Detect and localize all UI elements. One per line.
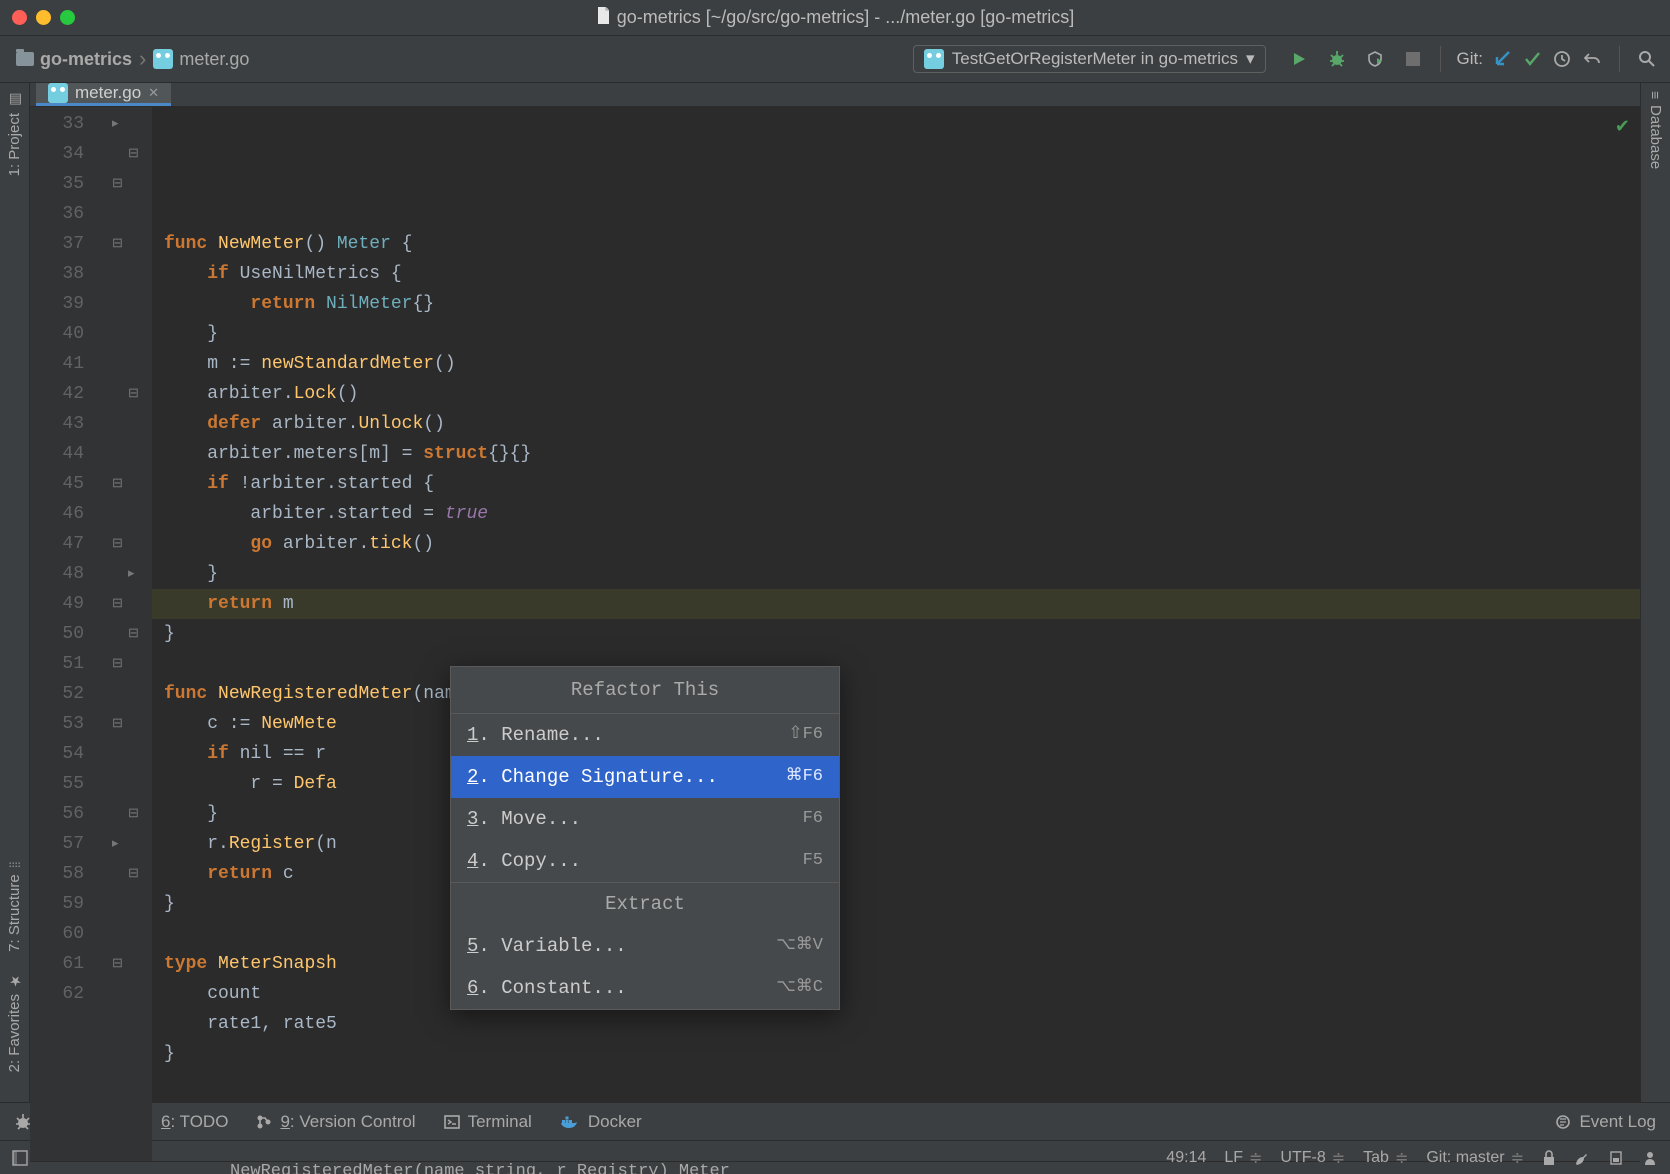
minimize-window[interactable] xyxy=(36,10,51,25)
extract-constant[interactable]: 6. Constant...⌥⌘C xyxy=(451,967,839,1009)
line-numbers: 3334353637383940414243444546474849505152… xyxy=(30,107,94,1161)
run-with-coverage-button[interactable] xyxy=(1364,48,1386,70)
run-button[interactable] xyxy=(1288,48,1310,70)
chevron-right-icon: › xyxy=(139,46,146,72)
git-update-button[interactable] xyxy=(1491,48,1513,70)
right-tool-stripe: ≡Database xyxy=(1640,83,1670,1102)
popup-title: Refactor This xyxy=(451,667,839,713)
go-file-icon xyxy=(153,49,173,69)
editor-tabs: meter.go ✕ xyxy=(30,83,1640,107)
search-button[interactable] xyxy=(1636,48,1658,70)
debug-button[interactable] xyxy=(1326,48,1348,70)
file-icon xyxy=(596,7,611,25)
titlebar: go-metrics [~/go/src/go-metrics] - .../m… xyxy=(0,0,1670,36)
go-file-icon xyxy=(48,83,68,103)
window-controls xyxy=(12,10,75,25)
editor-tab-meter-go[interactable]: meter.go ✕ xyxy=(36,83,171,106)
window-title: go-metrics [~/go/src/go-metrics] - .../m… xyxy=(0,7,1670,28)
close-window[interactable] xyxy=(12,10,27,25)
extract-variable[interactable]: 5. Variable...⌥⌘V xyxy=(451,925,839,967)
run-configuration-selector[interactable]: TestGetOrRegisterMeter in go-metrics ▾ xyxy=(913,45,1266,73)
refactor-move[interactable]: 3. Move...F6 xyxy=(451,798,839,840)
go-test-icon xyxy=(924,49,944,69)
hector-icon[interactable] xyxy=(1642,1150,1658,1166)
breadcrumb-project[interactable]: go-metrics xyxy=(12,48,136,71)
editor: meter.go ✕ ✔ 333435363738394041424344454… xyxy=(30,83,1640,1102)
folder-icon xyxy=(16,52,34,66)
git-history-button[interactable] xyxy=(1551,48,1573,70)
chevron-down-icon: ▾ xyxy=(1246,49,1255,69)
tab-label: meter.go xyxy=(75,83,141,103)
stop-button[interactable] xyxy=(1402,48,1424,70)
favorites-toolwindow-button[interactable]: 2: Favorites★ xyxy=(6,972,23,1072)
breadcrumb: go-metrics › meter.go xyxy=(12,46,253,72)
quick-toolwindow-button[interactable] xyxy=(12,1150,28,1166)
inspection-ok-icon: ✔ xyxy=(1615,113,1630,143)
database-toolwindow-button[interactable]: ≡Database xyxy=(1647,91,1664,169)
run-config-label: TestGetOrRegisterMeter in go-metrics xyxy=(952,49,1238,69)
git-revert-button[interactable] xyxy=(1581,48,1603,70)
popup-section-extract: Extract xyxy=(451,882,839,925)
git-commit-button[interactable] xyxy=(1521,48,1543,70)
refactor-change-signature[interactable]: 2. Change Signature...⌘F6 xyxy=(451,756,839,798)
glyph-gutter: ▸⊟⊟⊟⊟⊟⊟▸⊟⊟⊟⊟⊟▸⊟⊟ xyxy=(94,107,152,1161)
git-label: Git: xyxy=(1457,49,1483,69)
left-tool-stripe: 1: Project▤ 7: Structure⦙⦙ 2: Favorites★ xyxy=(0,83,30,1102)
project-toolwindow-button[interactable]: 1: Project▤ xyxy=(6,91,23,176)
zoom-window[interactable] xyxy=(60,10,75,25)
structure-toolwindow-button[interactable]: 7: Structure⦙⦙ xyxy=(6,862,23,952)
refactor-rename[interactable]: 1. Rename...⇧F6 xyxy=(451,713,839,756)
code-area[interactable]: func NewMeter() Meter { if UseNilMetrics… xyxy=(152,107,1640,1161)
editor-surface[interactable]: ✔ 33343536373839404142434445464748495051… xyxy=(30,107,1640,1161)
breadcrumb-file[interactable]: meter.go xyxy=(149,48,253,71)
refactor-this-popup: Refactor This 1. Rename...⇧F6 2. Change … xyxy=(450,666,840,1010)
close-icon[interactable]: ✕ xyxy=(148,85,159,101)
refactor-copy[interactable]: 4. Copy...F5 xyxy=(451,840,839,882)
navigation-bar: go-metrics › meter.go TestGetOrRegisterM… xyxy=(0,36,1670,83)
